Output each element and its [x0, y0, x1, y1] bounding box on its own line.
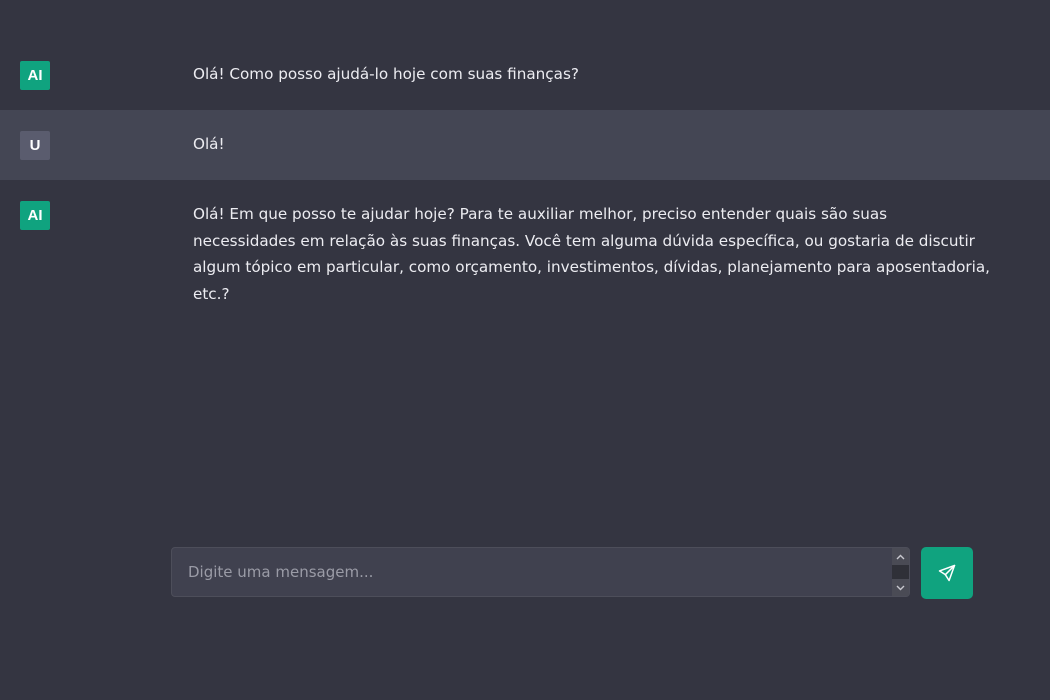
chevron-down-icon [896, 585, 905, 590]
chat-thread: AI Olá! Como posso ajudá-lo hoje com sua… [0, 40, 1050, 327]
scroll-down-button[interactable] [892, 579, 909, 596]
ai-avatar: AI [20, 61, 50, 90]
user-avatar: U [20, 131, 50, 160]
chevron-up-icon [896, 554, 905, 559]
message-ai: AI Olá! Em que posso te ajudar hoje? Par… [0, 180, 1050, 327]
scroll-up-button[interactable] [892, 548, 909, 565]
send-button[interactable] [921, 547, 973, 599]
message-text: Olá! Como posso ajudá-lo hoje com suas f… [193, 65, 579, 83]
message-text: Olá! [193, 135, 225, 153]
send-icon [938, 564, 956, 582]
input-scrollbar[interactable] [892, 548, 909, 596]
message-composer [171, 547, 910, 597]
message-input[interactable] [172, 548, 892, 596]
message-text: Olá! Em que posso te ajudar hoje? Para t… [193, 205, 990, 303]
message-ai: AI Olá! Como posso ajudá-lo hoje com sua… [0, 40, 1050, 110]
ai-avatar: AI [20, 201, 50, 230]
message-user: U Olá! [0, 110, 1050, 180]
